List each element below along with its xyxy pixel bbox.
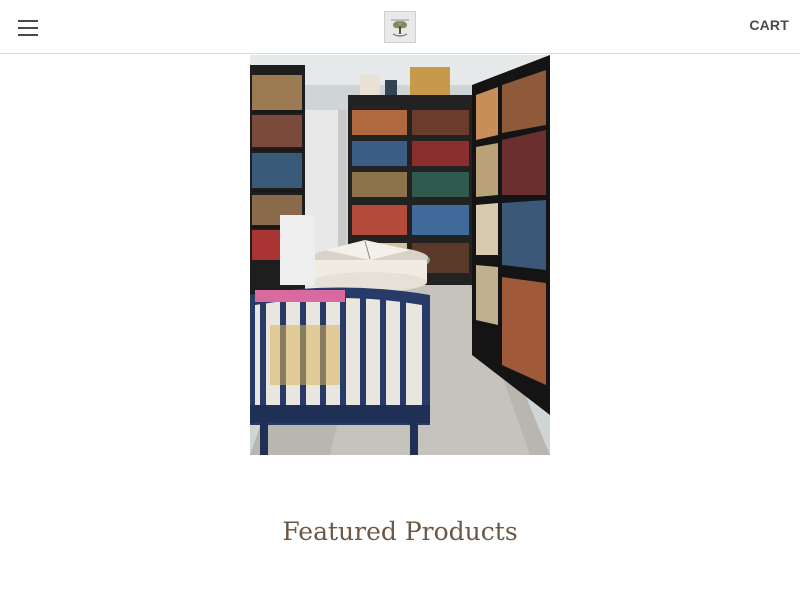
hamburger-menu-icon[interactable] — [12, 14, 44, 42]
menu-bar — [18, 20, 38, 22]
cart-link[interactable]: CART — [749, 17, 789, 33]
hero-image — [250, 55, 550, 455]
bookstore-photo — [250, 55, 550, 455]
menu-bar — [18, 34, 38, 36]
tree-logo-icon — [385, 12, 415, 42]
featured-products-heading: Featured Products — [282, 517, 518, 546]
site-header: CART — [0, 0, 800, 54]
store-logo[interactable] — [384, 11, 416, 43]
menu-bar — [18, 27, 38, 29]
